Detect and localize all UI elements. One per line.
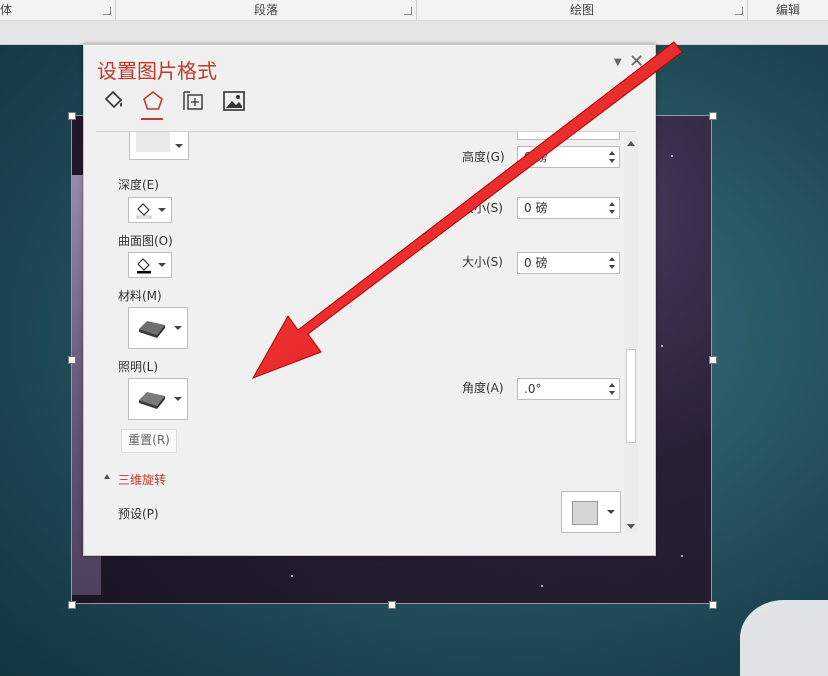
annotation-arrow-icon bbox=[251, 41, 683, 379]
